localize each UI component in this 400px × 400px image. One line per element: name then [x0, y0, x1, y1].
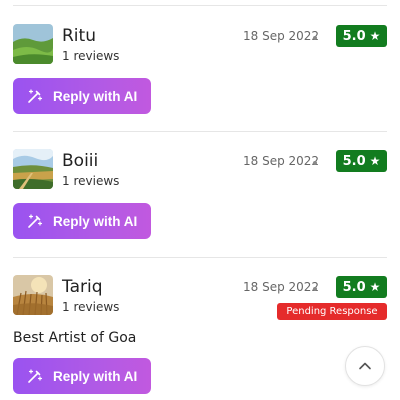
- separator-dot: [313, 36, 317, 40]
- divider: [13, 5, 387, 6]
- review-date: 18 Sep 2022: [243, 154, 320, 168]
- avatar: [13, 24, 53, 64]
- review-date: 18 Sep 2022: [243, 29, 320, 43]
- review-date: 18 Sep 2022: [243, 280, 320, 294]
- scroll-to-top-button[interactable]: [345, 346, 385, 386]
- divider: [13, 131, 387, 132]
- reply-with-ai-button[interactable]: Reply with AI: [13, 358, 151, 394]
- review-card: Ritu 1 reviews 18 Sep 2022 5.0 ★ Reply w…: [0, 24, 400, 118]
- reply-with-ai-label: Reply with AI: [53, 88, 138, 104]
- magic-wand-icon: [28, 369, 43, 383]
- reply-with-ai-button[interactable]: Reply with AI: [13, 203, 151, 239]
- status-badge: Pending Response: [277, 303, 387, 320]
- review-card: Boiii 1 reviews 18 Sep 2022 5.0 ★ Reply …: [0, 149, 400, 243]
- chevron-up-icon: [359, 362, 371, 370]
- review-card: Tariq 1 reviews 18 Sep 2022 5.0 ★ Pendin…: [0, 275, 400, 394]
- reviews-count: 1 reviews: [62, 174, 120, 188]
- avatar: [13, 275, 53, 315]
- separator-dot: [313, 161, 317, 165]
- reviewer-name: Ritu: [62, 26, 96, 46]
- reply-with-ai-button[interactable]: Reply with AI: [13, 78, 151, 114]
- divider: [13, 257, 387, 258]
- star-icon: ★: [369, 280, 381, 294]
- reviews-count: 1 reviews: [62, 300, 120, 314]
- separator-dot: [313, 287, 317, 291]
- star-icon: ★: [369, 154, 381, 168]
- review-comment: Best Artist of Goa: [13, 330, 137, 346]
- reply-with-ai-label: Reply with AI: [53, 213, 138, 229]
- magic-wand-icon: [28, 214, 43, 228]
- rating-badge: 5.0 ★: [336, 25, 387, 47]
- rating-badge: 5.0 ★: [336, 276, 387, 298]
- rating-value: 5.0: [342, 153, 366, 169]
- rating-badge: 5.0 ★: [336, 150, 387, 172]
- reviewer-name: Boiii: [62, 151, 99, 171]
- rating-value: 5.0: [342, 279, 366, 295]
- reply-with-ai-label: Reply with AI: [53, 368, 138, 384]
- rating-value: 5.0: [342, 28, 366, 44]
- magic-wand-icon: [28, 89, 43, 103]
- reviewer-name: Tariq: [62, 277, 103, 297]
- star-icon: ★: [369, 29, 381, 43]
- reviews-count: 1 reviews: [62, 49, 120, 63]
- avatar: [13, 149, 53, 189]
